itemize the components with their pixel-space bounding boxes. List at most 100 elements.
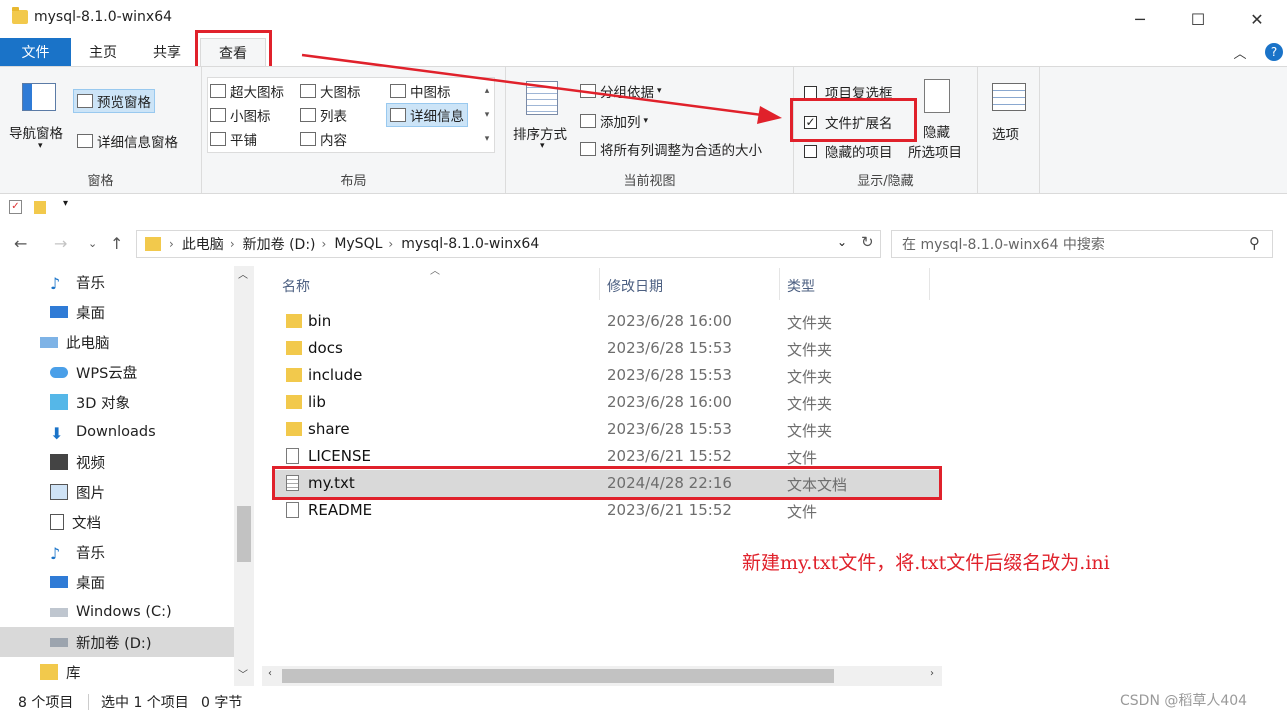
checkbox-checked[interactable]: ✓	[804, 115, 817, 129]
dropdown-arrow-icon: ▾	[38, 141, 43, 151]
item-checkboxes-toggle[interactable]: 项目复选框	[804, 82, 893, 102]
nav-item-library[interactable]: 库	[40, 657, 81, 687]
add-column-button[interactable]: 添加列 ▾	[580, 111, 648, 131]
layout-medium-icons[interactable]: 中图标	[390, 81, 451, 101]
table-row[interactable]: docs 2023/6/28 15:53 文件夹	[274, 335, 940, 362]
nav-item-3d[interactable]: 3D 对象	[50, 387, 130, 417]
scroll-down-icon[interactable]: ﹀	[238, 666, 248, 681]
column-header-name[interactable]: 名称	[282, 272, 310, 300]
details-pane-button[interactable]: 详细信息窗格	[77, 131, 178, 151]
minimize-button[interactable]: ─	[1111, 0, 1169, 38]
table-row[interactable]: include 2023/6/28 15:53 文件夹	[274, 362, 940, 389]
column-divider[interactable]	[779, 268, 780, 300]
navigation-pane-icon	[22, 83, 56, 111]
new-folder-icon[interactable]	[34, 201, 46, 214]
hidden-items-toggle[interactable]: 隐藏的项目	[804, 141, 893, 161]
table-row-selected[interactable]: my.txt 2024/4/28 22:16 文本文档	[274, 470, 940, 497]
scroll-left-icon[interactable]: ‹	[268, 668, 272, 679]
nav-item-label: 音乐	[76, 275, 105, 292]
nav-item-pictures[interactable]: 图片	[50, 477, 105, 507]
table-row[interactable]: README 2023/6/21 15:52 文件	[274, 497, 940, 524]
recent-locations-icon[interactable]: ⌄	[88, 237, 97, 250]
file-list-horizontal-scrollbar[interactable]: ‹ ›	[262, 666, 942, 686]
status-bar: 8 个项目 选中 1 个项目 0 字节	[0, 690, 1287, 716]
nav-item-music[interactable]: ♪ 音乐	[50, 267, 105, 297]
layout-content[interactable]: 内容	[300, 129, 347, 149]
layout-extra-large-icons[interactable]: 超大图标	[210, 81, 284, 101]
hide-selected-button[interactable]: 隐藏 所选项目	[906, 77, 972, 163]
hide-selected-label-1: 隐藏	[923, 125, 950, 141]
table-row[interactable]: LICENSE 2023/6/21 15:52 文件	[274, 443, 940, 470]
tab-view[interactable]: 查看	[200, 38, 266, 66]
checkbox[interactable]	[804, 85, 817, 99]
layout-details[interactable]: 详细信息	[386, 103, 468, 127]
details-icon	[390, 108, 406, 122]
status-selected: 选中 1 个项目	[101, 695, 189, 711]
breadcrumb-mysql[interactable]: MySQL	[334, 236, 382, 252]
layout-small-icons[interactable]: 小图标	[210, 105, 271, 125]
close-button[interactable]: ✕	[1228, 0, 1286, 38]
nav-item-this-pc[interactable]: 此电脑	[40, 327, 110, 357]
up-arrow-icon[interactable]: ↑	[110, 234, 123, 253]
customize-toolbar-icon[interactable]: ▾	[63, 198, 68, 209]
navigation-pane-button[interactable]: 导航窗格 ▾	[6, 79, 72, 159]
search-input[interactable]: 在 mysql-8.1.0-winx64 中搜索 ⚲	[891, 230, 1273, 258]
table-row[interactable]: share 2023/6/28 15:53 文件夹	[274, 416, 940, 443]
breadcrumb-this-pc[interactable]: 此电脑	[182, 234, 224, 254]
layout-tiles[interactable]: 平铺	[210, 129, 257, 149]
tab-home[interactable]: 主页	[76, 38, 130, 66]
folder-icon	[286, 395, 302, 409]
nav-item-desktop[interactable]: 桌面	[50, 297, 105, 327]
column-divider[interactable]	[599, 268, 600, 300]
maximize-button[interactable]: ☐	[1169, 0, 1227, 38]
nav-item-videos[interactable]: 视频	[50, 447, 105, 477]
table-row[interactable]: lib 2023/6/28 16:00 文件夹	[274, 389, 940, 416]
breadcrumb-mysql-folder[interactable]: mysql-8.1.0-winx64	[401, 236, 539, 252]
sort-by-label: 排序方式	[513, 127, 567, 143]
scroll-up-icon[interactable]: ︿	[238, 266, 248, 281]
cloud-icon	[50, 366, 68, 378]
properties-icon[interactable]: ✓	[9, 200, 22, 214]
nav-item-drive-c[interactable]: Windows (C:)	[50, 597, 172, 627]
large-icons-icon	[300, 84, 316, 98]
sort-by-button[interactable]: 排序方式 ▾	[510, 77, 574, 161]
nav-scrollbar[interactable]: ︿ ﹀	[234, 266, 254, 686]
column-divider[interactable]	[929, 268, 930, 300]
nav-item-drive-d[interactable]: 新加卷 (D:)	[0, 627, 234, 657]
back-arrow-icon[interactable]: ←	[14, 234, 27, 253]
nav-item-desktop-2[interactable]: 桌面	[50, 567, 105, 597]
breadcrumb-drive-d[interactable]: 新加卷 (D:)	[243, 234, 316, 254]
nav-item-documents[interactable]: 文档	[50, 507, 101, 537]
scroll-thumb[interactable]	[237, 506, 251, 562]
layout-large-icons[interactable]: 大图标	[300, 81, 361, 101]
address-dropdown-icon[interactable]: ⌄	[837, 235, 847, 249]
file-extensions-toggle[interactable]: ✓ 文件扩展名	[804, 112, 893, 132]
tiles-icon	[210, 132, 226, 146]
group-by-button[interactable]: 分组依据 ▾	[580, 81, 662, 101]
tab-file[interactable]: 文件	[0, 38, 71, 66]
options-button[interactable]: 选项	[984, 77, 1034, 147]
checkbox[interactable]	[804, 144, 817, 158]
collapse-ribbon-icon[interactable]: ︿	[1222, 38, 1258, 66]
column-header-type[interactable]: 类型	[787, 272, 815, 300]
fit-columns-button[interactable]: 将所有列调整为合适的大小	[580, 139, 762, 159]
nav-item-wps[interactable]: WPS云盘	[50, 357, 137, 387]
scroll-right-icon[interactable]: ›	[930, 668, 934, 679]
refresh-icon[interactable]: ↻	[861, 233, 874, 251]
table-row[interactable]: bin 2023/6/28 16:00 文件夹	[274, 308, 940, 335]
quick-access-toolbar: ✓ ▾	[0, 194, 1287, 222]
layout-scroll-icon[interactable]: ▴ ▾ ▾	[480, 79, 494, 151]
file-date: 2023/6/28 15:53	[607, 420, 732, 438]
list-icon	[300, 108, 316, 122]
preview-pane-button[interactable]: 预览窗格	[73, 89, 155, 113]
forward-arrow-icon[interactable]: →	[54, 234, 67, 253]
address-bar[interactable]: › 此电脑 › 新加卷 (D:) › MySQL › mysql-8.1.0-w…	[136, 230, 881, 258]
nav-item-downloads[interactable]: ⬇ Downloads	[50, 417, 156, 447]
tab-share[interactable]: 共享	[140, 38, 194, 66]
layout-list[interactable]: 列表	[300, 105, 347, 125]
sort-icon	[526, 81, 558, 115]
help-icon[interactable]: ?	[1265, 43, 1283, 61]
column-header-date[interactable]: 修改日期	[607, 272, 663, 300]
nav-item-music-2[interactable]: ♪ 音乐	[50, 537, 105, 567]
scroll-thumb[interactable]	[282, 669, 834, 683]
